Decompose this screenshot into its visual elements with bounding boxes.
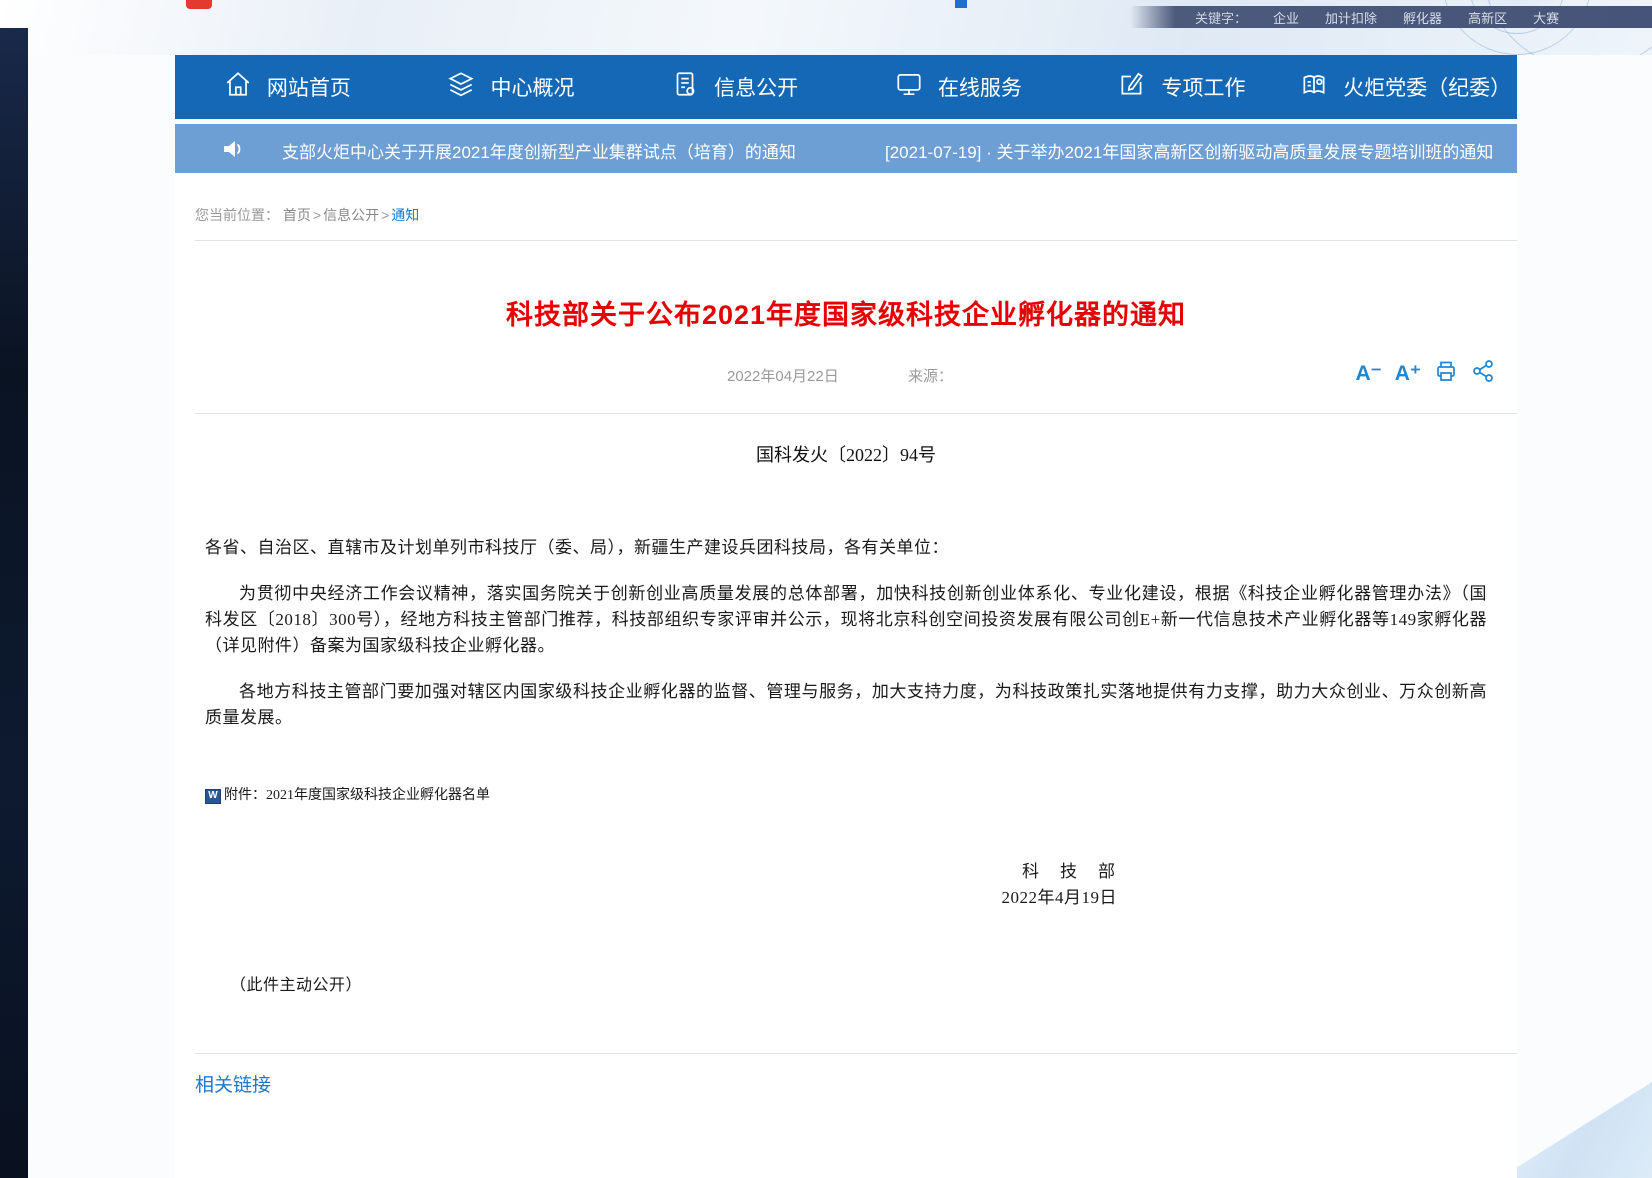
keyword-link[interactable]: 企业 <box>1273 8 1299 27</box>
attachment-row: W 附件：2021年度国家级科技企业孵化器名单 <box>205 783 1487 809</box>
article-meta: 2022年04月22日 来源： A⁻ A⁺ <box>175 359 1517 391</box>
page-left-border-graphic <box>0 28 28 1178</box>
source-label: 来源： <box>908 365 953 386</box>
publish-date: 2022年04月22日 <box>727 365 839 386</box>
corner-decoration <box>1500 1082 1652 1178</box>
signature-block: 科 技 部 2022年4月19日 <box>205 859 1487 911</box>
nav-item-special-work[interactable]: 专项工作 <box>1070 55 1294 119</box>
divider <box>195 413 1517 414</box>
keywords-bar: 关键字： 企业 加计扣除 孵化器 高新区 大赛 <box>1130 6 1652 28</box>
share-icon[interactable] <box>1471 359 1495 387</box>
nav-item-online-services[interactable]: 在线服务 <box>846 55 1070 119</box>
speaker-icon <box>220 136 246 167</box>
breadcrumb-home[interactable]: 首页 <box>283 207 311 223</box>
article-body: 各省、自治区、直辖市及计划单列市科技厅（委、局），新疆生产建设兵团科技局，各有关… <box>205 535 1487 999</box>
notice-ticker: 支部火炬中心关于开展2021年度创新型产业集群试点（培育）的通知 [2021-0… <box>175 124 1517 173</box>
party-book-icon <box>1299 69 1329 105</box>
nav-label: 专项工作 <box>1161 72 1245 102</box>
nav-label: 中心概况 <box>490 72 574 102</box>
signer: 科 技 部 <box>205 859 1117 885</box>
breadcrumb-separator: > <box>313 207 321 223</box>
divider <box>195 1053 1517 1054</box>
nav-item-overview[interactable]: 中心概况 <box>399 55 623 119</box>
header-fragment <box>955 0 967 8</box>
print-icon[interactable] <box>1434 359 1458 387</box>
nav-label: 在线服务 <box>938 72 1022 102</box>
monitor-icon <box>894 69 924 105</box>
top-banner: 关键字： 企业 加计扣除 孵化器 高新区 大赛 <box>0 0 1652 55</box>
keyword-link[interactable]: 孵化器 <box>1403 8 1442 27</box>
nav-label: 网站首页 <box>267 72 351 102</box>
font-decrease-button[interactable]: A⁻ <box>1356 363 1382 384</box>
nav-item-party-committee[interactable]: 火炬党委（纪委） <box>1293 55 1517 119</box>
ticker-link-left[interactable]: 支部火炬中心关于开展2021年度创新型产业集群试点（培育）的通知 <box>282 138 796 163</box>
breadcrumb: 您当前位置： 首页>信息公开>通知 <box>195 205 419 225</box>
paragraph: 为贯彻中央经济工作会议精神，落实国务院关于创新创业高质量发展的总体部署，加快科技… <box>205 581 1487 659</box>
nav-label: 信息公开 <box>714 72 798 102</box>
content-card: 您当前位置： 首页>信息公开>通知 科技部关于公布2021年度国家级科技企业孵化… <box>175 173 1517 1178</box>
article-toolbar: A⁻ A⁺ <box>1356 359 1496 387</box>
nav-item-info-disclosure[interactable]: 信息公开 <box>622 55 846 119</box>
keyword-link[interactable]: 大赛 <box>1533 8 1559 27</box>
attachment-link[interactable]: 附件：2021年度国家级科技企业孵化器名单 <box>224 783 490 809</box>
ticker-link-right[interactable]: [2021-07-19] · 关于举办2021年国家高新区创新驱动高质量发展专题… <box>885 138 1493 163</box>
nav-item-home[interactable]: 网站首页 <box>175 55 399 119</box>
breadcrumb-notice[interactable]: 通知 <box>391 207 419 223</box>
breadcrumb-label: 您当前位置： <box>195 207 279 223</box>
word-file-icon: W <box>205 789 221 804</box>
keyword-link[interactable]: 高新区 <box>1468 8 1507 27</box>
font-increase-button[interactable]: A⁺ <box>1395 363 1421 384</box>
torch-logo-fragment <box>186 0 212 9</box>
main-nav: 网站首页 中心概况 信息公开 在线服务 专项工作 火炬党委（纪委） <box>175 55 1517 119</box>
breadcrumb-info[interactable]: 信息公开 <box>323 207 379 223</box>
sign-date: 2022年4月19日 <box>205 885 1117 911</box>
breadcrumb-separator: > <box>381 207 389 223</box>
salutation: 各省、自治区、直辖市及计划单列市科技厅（委、局），新疆生产建设兵团科技局，各有关… <box>205 535 1487 561</box>
home-icon <box>223 69 253 105</box>
related-links-title: 相关链接 <box>195 1070 271 1097</box>
document-number: 国科发火〔2022〕94号 <box>175 441 1517 467</box>
layers-icon <box>446 69 476 105</box>
keyword-link[interactable]: 加计扣除 <box>1325 8 1377 27</box>
pen-icon <box>1117 69 1147 105</box>
divider <box>195 240 1517 241</box>
nav-label: 火炬党委（纪委） <box>1343 72 1511 102</box>
document-icon <box>670 69 700 105</box>
paragraph: 各地方科技主管部门要加强对辖区内国家级科技企业孵化器的监督、管理与服务，加大支持… <box>205 679 1487 731</box>
disclosure-note: （此件主动公开） <box>205 973 1487 999</box>
keywords-label: 关键字： <box>1195 8 1247 27</box>
page-title: 科技部关于公布2021年度国家级科技企业孵化器的通知 <box>175 293 1517 332</box>
